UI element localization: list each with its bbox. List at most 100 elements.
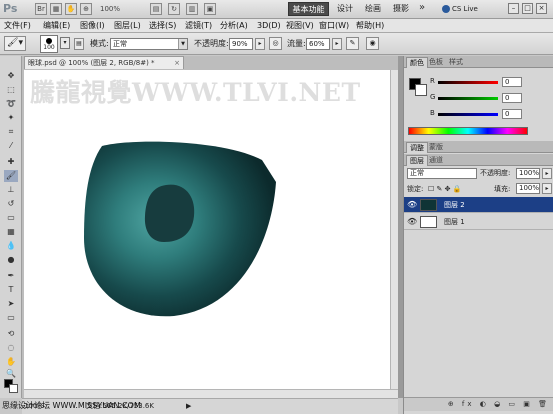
brush-preset-picker[interactable]: 100 [40,35,58,53]
tab-color[interactable]: 颜色 [406,57,428,68]
grid-icon[interactable]: ▤ [150,3,162,15]
background-color-swatch[interactable] [9,384,18,393]
flow-label: 流量: [287,39,306,48]
layer-opacity-slider-toggle[interactable]: ▸ [542,168,552,179]
horizontal-scrollbar[interactable] [24,389,398,398]
tab-channels[interactable]: 通道 [426,155,446,166]
cs-live-button[interactable]: CS Live [442,3,478,16]
menu-analysis[interactable]: 分析(A) [220,20,248,32]
workspace-essentials[interactable]: 基本功能 [288,2,329,16]
channel-r-slider[interactable] [438,81,498,84]
tool-preset-picker[interactable]: 🖌▾ [4,36,26,51]
hand-tool-icon[interactable]: ✋ [4,356,18,368]
3d-rotate-tool-icon[interactable]: ⟲ [4,328,18,340]
opacity-field[interactable]: 90% [229,38,253,50]
arrange-documents-icon[interactable]: ▥ [186,3,198,15]
tab-adjustments[interactable]: 调整 [406,142,428,153]
flow-field[interactable]: 60% [306,38,330,50]
eyedropper-tool-icon[interactable]: ⁄ [4,140,18,152]
clone-stamp-tool-icon[interactable]: ⊥ [4,184,18,196]
menu-help[interactable]: 帮助(H) [356,20,384,32]
document-tab[interactable]: 眼球.psd @ 100% (图层 2, RGB/8#) * × [24,56,184,69]
marquee-tool-icon[interactable]: ⬚ [4,84,18,96]
zoom-tool-icon[interactable]: ⊕ [80,3,92,15]
menu-select[interactable]: 选择(S) [149,20,176,32]
menu-window[interactable]: 窗口(W) [319,20,349,32]
vertical-scrollbar[interactable] [390,70,398,389]
flow-slider-toggle[interactable]: ▸ [332,38,342,50]
pen-tool-icon[interactable]: ✒ [4,270,18,282]
fill-slider-toggle[interactable]: ▸ [542,183,552,194]
fill-field[interactable]: 100% [516,183,540,194]
brush-panel-toggle[interactable]: ▾ [60,37,70,49]
opacity-slider-toggle[interactable]: ▸ [255,38,265,50]
close-button[interactable]: × [536,3,547,14]
menu-edit[interactable]: 编辑(E) [43,20,70,32]
menu-filter[interactable]: 滤镜(T) [185,20,212,32]
color-spectrum[interactable] [408,127,528,135]
history-brush-tool-icon[interactable]: ↺ [4,198,18,210]
layer-opacity-field[interactable]: 100% [516,168,540,179]
panel-background-swatch[interactable] [415,84,427,96]
healing-brush-tool-icon[interactable]: ✚ [4,156,18,168]
channel-b-value[interactable]: 0 [502,109,522,119]
layer-opacity-label: 不透明度: [480,169,511,177]
visibility-eye-icon[interactable]: 👁 [407,197,417,213]
3d-orbit-tool-icon[interactable]: ◌ [4,342,18,354]
shape-tool-icon[interactable]: ▭ [4,312,18,324]
menu-3d[interactable]: 3D(D) [257,20,281,32]
tab-layers[interactable]: 图层 [406,155,428,166]
brush-tool-icon[interactable]: 🖌 [4,170,18,182]
quick-selection-tool-icon[interactable]: ✦ [4,112,18,124]
minimize-button[interactable]: – [508,3,519,14]
minibridge-icon[interactable]: ▦ [50,3,62,15]
lasso-tool-icon[interactable]: ➰ [4,98,18,110]
layer-row[interactable]: 👁 图层 1 [404,214,553,230]
blur-tool-icon[interactable]: 💧 [4,240,18,252]
layers-footer-toolbar[interactable]: ⊕ fx ◐ ◒ ▭ ▣ 🗑 [404,397,553,411]
menu-view[interactable]: 视图(V) [286,20,314,32]
channel-b-slider[interactable] [438,113,498,116]
zoom-level[interactable]: 100% [100,3,140,15]
color-panel-tabs: 颜色 色板 样式 [404,56,553,68]
canvas[interactable]: 騰龍視覺WWW.TLVI.NET [24,70,398,398]
airbrush-icon[interactable]: ✎ [346,37,359,50]
tablet-pressure-size-icon[interactable]: ◉ [366,37,379,50]
lock-icons[interactable]: ☐ ✎ ✥ 🔒 [428,184,461,194]
gradient-tool-icon[interactable]: ▦ [4,226,18,238]
menu-image[interactable]: 图像(I) [80,20,105,32]
document-title: 眼球.psd @ 100% (图层 2, RGB/8#) * [28,59,155,67]
crop-tool-icon[interactable]: ⌗ [4,126,18,138]
type-tool-icon[interactable]: T [4,284,18,296]
hand-tool-icon[interactable]: ✋ [65,3,77,15]
path-selection-tool-icon[interactable]: ➤ [4,298,18,310]
layer-row[interactable]: 👁 图层 2 [404,197,553,213]
tab-styles[interactable]: 样式 [446,57,466,68]
menu-file[interactable]: 文件(F) [4,20,31,32]
eraser-tool-icon[interactable]: ▭ [4,212,18,224]
bridge-icon[interactable]: Br [35,3,47,15]
rotate-view-icon[interactable]: ↻ [168,3,180,15]
brush-panel-icon[interactable]: ▤ [74,38,84,50]
workspace-painting[interactable]: 绘画 [361,2,385,16]
channel-g-slider[interactable] [438,97,498,100]
channel-r-value[interactable]: 0 [502,77,522,87]
screen-mode-icon[interactable]: ▣ [204,3,216,15]
mode-select[interactable]: 正常 ▼ [110,38,188,50]
tab-swatches[interactable]: 色板 [426,57,446,68]
tablet-pressure-opacity-icon[interactable]: ◎ [269,37,282,50]
close-document-icon[interactable]: × [174,57,180,69]
status-menu-icon[interactable]: ▶ [186,399,191,413]
fill-label: 填充: [494,185,511,193]
workspace-design[interactable]: 设计 [333,2,357,16]
channel-g-value[interactable]: 0 [502,93,522,103]
menu-layer[interactable]: 图层(L) [114,20,141,32]
dodge-tool-icon[interactable]: ● [4,254,18,266]
workspace-photography[interactable]: 摄影 [389,2,413,16]
more-workspaces-icon[interactable]: » [419,2,425,13]
visibility-eye-icon[interactable]: 👁 [407,214,417,230]
move-tool-icon[interactable]: ✥ [4,70,18,82]
blend-mode-select[interactable]: 正常 [407,168,477,179]
tab-masks[interactable]: 蒙版 [426,142,446,153]
maximize-button[interactable]: □ [522,3,533,14]
